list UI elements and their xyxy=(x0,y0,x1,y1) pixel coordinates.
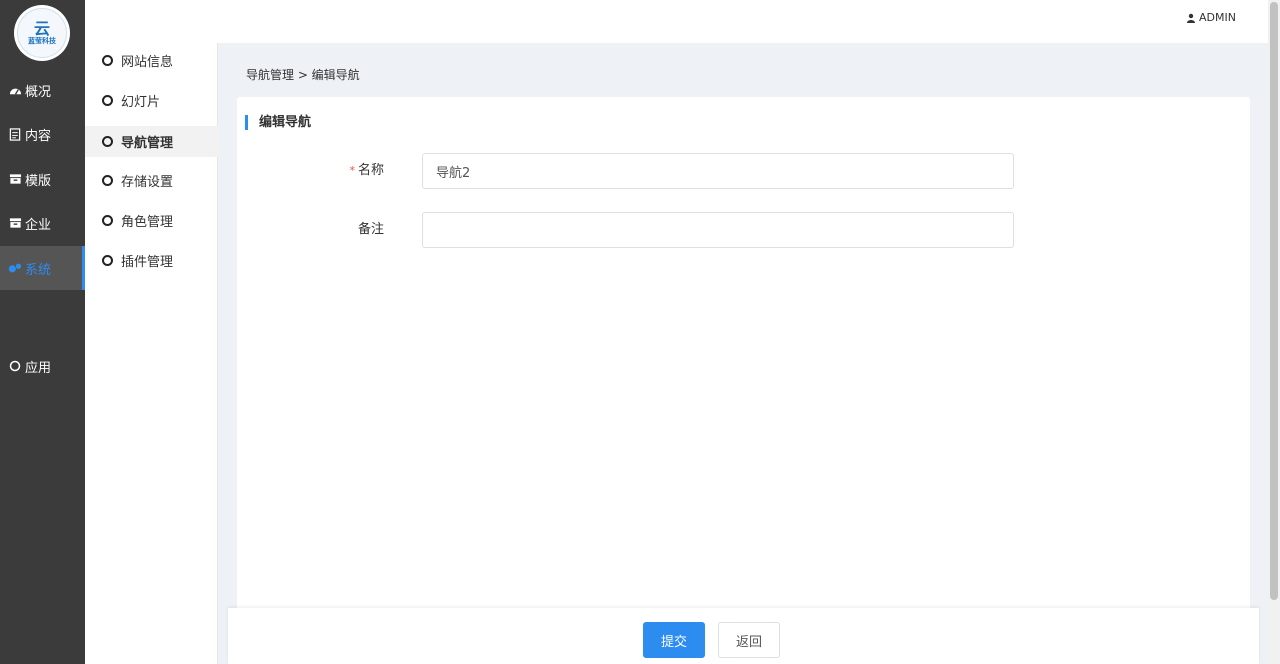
submenu-panel: 网站信息 幻灯片 导航管理 存储设置 角色管理 插件管理 xyxy=(85,43,218,664)
sidebar-item-overview[interactable]: 概况 xyxy=(0,68,85,112)
remark-label: 备注 xyxy=(358,212,384,248)
submenu-item-label: 幻灯片 xyxy=(121,95,161,110)
submenu-item-label: 插件管理 xyxy=(121,255,174,270)
submenu-item-label: 导航管理 xyxy=(121,136,174,151)
sidebar-item-system[interactable]: 系统 xyxy=(0,246,85,290)
name-label: * 名称 xyxy=(349,153,384,189)
user-icon xyxy=(1186,13,1196,23)
top-header: ADMIN xyxy=(85,0,1268,43)
submenu-item-label: 存储设置 xyxy=(121,175,174,190)
user-name: ADMIN xyxy=(1199,11,1236,24)
name-label-text: 名称 xyxy=(357,163,384,178)
form-row-name: * 名称 xyxy=(237,153,1250,189)
submit-button[interactable]: 提交 xyxy=(643,622,705,658)
enterprise-icon xyxy=(8,216,22,230)
remark-label-text: 备注 xyxy=(357,222,384,237)
required-mark: * xyxy=(349,164,355,177)
circle-icon xyxy=(102,55,113,66)
breadcrumb: 导航管理 > 编辑导航 xyxy=(246,68,360,82)
circle-icon xyxy=(102,95,113,106)
logo-badge: 云 蓝莹科技 xyxy=(17,8,67,58)
sidebar-item-label: 企业 xyxy=(25,217,52,233)
submenu-item-label: 网站信息 xyxy=(121,55,174,70)
user-menu[interactable]: ADMIN xyxy=(1186,11,1236,24)
dashboard-icon xyxy=(8,83,22,97)
card-title: 编辑导航 xyxy=(245,115,311,130)
submenu-item-nav-management[interactable]: 导航管理 xyxy=(85,126,218,157)
submenu-item-plugins[interactable]: 插件管理 xyxy=(85,245,218,276)
form-footer: 提交 返回 xyxy=(228,608,1259,664)
sidebar-item-apps[interactable]: 应用 xyxy=(0,344,85,388)
scrollbar-thumb[interactable] xyxy=(1270,2,1278,600)
remark-input[interactable] xyxy=(422,212,1014,248)
logo-text: 蓝莹科技 xyxy=(28,36,56,45)
logo-mark: 云 xyxy=(33,18,50,38)
document-icon xyxy=(8,127,22,141)
submenu-item-site-info[interactable]: 网站信息 xyxy=(85,45,218,76)
back-button[interactable]: 返回 xyxy=(718,622,780,658)
sidebar-item-content[interactable]: 内容 xyxy=(0,112,85,156)
name-input[interactable] xyxy=(422,153,1014,189)
page-scrollbar[interactable] xyxy=(1268,0,1280,664)
sidebar-item-label: 系统 xyxy=(25,262,52,278)
gears-icon xyxy=(8,261,22,275)
sidebar-item-label: 应用 xyxy=(25,360,52,376)
submenu-item-storage[interactable]: 存储设置 xyxy=(85,165,218,196)
main-sidebar: 云 蓝莹科技 概况 内容 模版 企业 系统 应用 xyxy=(0,0,85,664)
circle-icon xyxy=(8,359,22,373)
circle-icon xyxy=(102,255,113,266)
submenu-item-slides[interactable]: 幻灯片 xyxy=(85,85,218,116)
template-icon xyxy=(8,172,22,186)
circle-icon xyxy=(102,215,113,226)
sidebar-item-label: 模版 xyxy=(25,173,52,189)
submenu-item-label: 角色管理 xyxy=(121,215,174,230)
circle-icon xyxy=(102,136,113,147)
submenu-item-roles[interactable]: 角色管理 xyxy=(85,205,218,236)
edit-nav-card: 编辑导航 *名称 备注 xyxy=(237,97,1250,611)
app-logo[interactable]: 云 蓝莹科技 xyxy=(14,5,70,61)
form-row-remark: 备注 xyxy=(237,212,1250,248)
circle-icon xyxy=(102,175,113,186)
sidebar-item-label: 内容 xyxy=(25,128,52,144)
sidebar-item-enterprise[interactable]: 企业 xyxy=(0,201,85,245)
sidebar-item-template[interactable]: 模版 xyxy=(0,157,85,201)
sidebar-item-label: 概况 xyxy=(25,84,52,100)
